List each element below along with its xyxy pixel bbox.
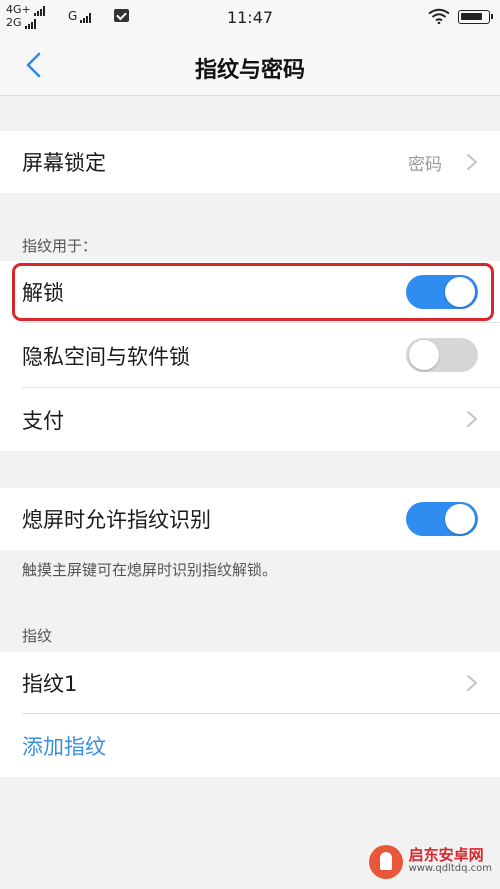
fingerprints-header: 指纹 xyxy=(22,627,53,645)
watermark-text: 启东安卓网 www.qdltdq.com xyxy=(409,848,492,876)
privacy-lock-row: 隐私空间与软件锁 xyxy=(0,323,500,388)
fingerprint-use-header: 指纹用于： xyxy=(22,237,98,255)
toggle-knob xyxy=(445,277,475,307)
payment-row[interactable]: 支付 xyxy=(0,388,500,451)
add-fingerprint-row[interactable]: 添加指纹 xyxy=(0,714,500,777)
screen-lock-value: 密码 xyxy=(408,154,442,175)
screen-lock-row[interactable]: 屏幕锁定 密码 xyxy=(0,131,500,193)
fingerprint-item-label: 指纹1 xyxy=(22,672,78,696)
payment-label: 支付 xyxy=(22,408,64,433)
watermark-name: 启东安卓网 xyxy=(408,846,484,864)
screen-off-row: 熄屏时允许指纹识别 xyxy=(0,488,500,550)
privacy-lock-toggle[interactable] xyxy=(406,338,478,372)
watermark-url: www.qdltdq.com xyxy=(408,863,492,874)
fingerprints-section: 指纹1 添加指纹 xyxy=(0,652,500,777)
unlock-row: 解锁 xyxy=(0,261,500,323)
status-bar: 4G+ 2G G 11:47 xyxy=(0,0,500,34)
privacy-lock-label: 隐私空间与软件锁 xyxy=(22,344,190,369)
chevron-right-icon xyxy=(467,411,477,427)
watermark-logo-icon xyxy=(368,845,403,879)
battery-icon xyxy=(458,10,493,24)
fingerprint-item[interactable]: 指纹1 xyxy=(0,652,500,714)
toggle-knob xyxy=(445,504,475,534)
wifi-icon xyxy=(428,8,450,24)
screen-lock-section: 屏幕锁定 密码 xyxy=(0,131,500,193)
screen-lock-label: 屏幕锁定 xyxy=(22,151,106,175)
screen-off-toggle[interactable] xyxy=(406,502,478,536)
unlock-label: 解锁 xyxy=(22,281,64,305)
page-title: 指纹与密码 xyxy=(194,58,305,83)
fingerprint-use-section: 解锁 隐私空间与软件锁 支付 xyxy=(0,261,500,451)
chevron-right-icon xyxy=(467,675,477,691)
watermark: 启东安卓网 www.qdltdq.com xyxy=(368,845,492,879)
screen-off-note: 触摸主屏键可在熄屏时识别指纹解锁。 xyxy=(22,561,278,579)
add-fingerprint-link[interactable]: 添加指纹 xyxy=(22,731,106,761)
chevron-right-icon xyxy=(467,154,477,170)
unlock-toggle[interactable] xyxy=(406,275,478,309)
status-time: 11:47 xyxy=(226,8,274,27)
screen-off-label: 熄屏时允许指纹识别 xyxy=(22,508,211,532)
toggle-knob xyxy=(409,340,439,370)
navigation-bar: 指纹与密码 xyxy=(0,34,500,96)
screen-off-section: 熄屏时允许指纹识别 xyxy=(0,488,500,550)
